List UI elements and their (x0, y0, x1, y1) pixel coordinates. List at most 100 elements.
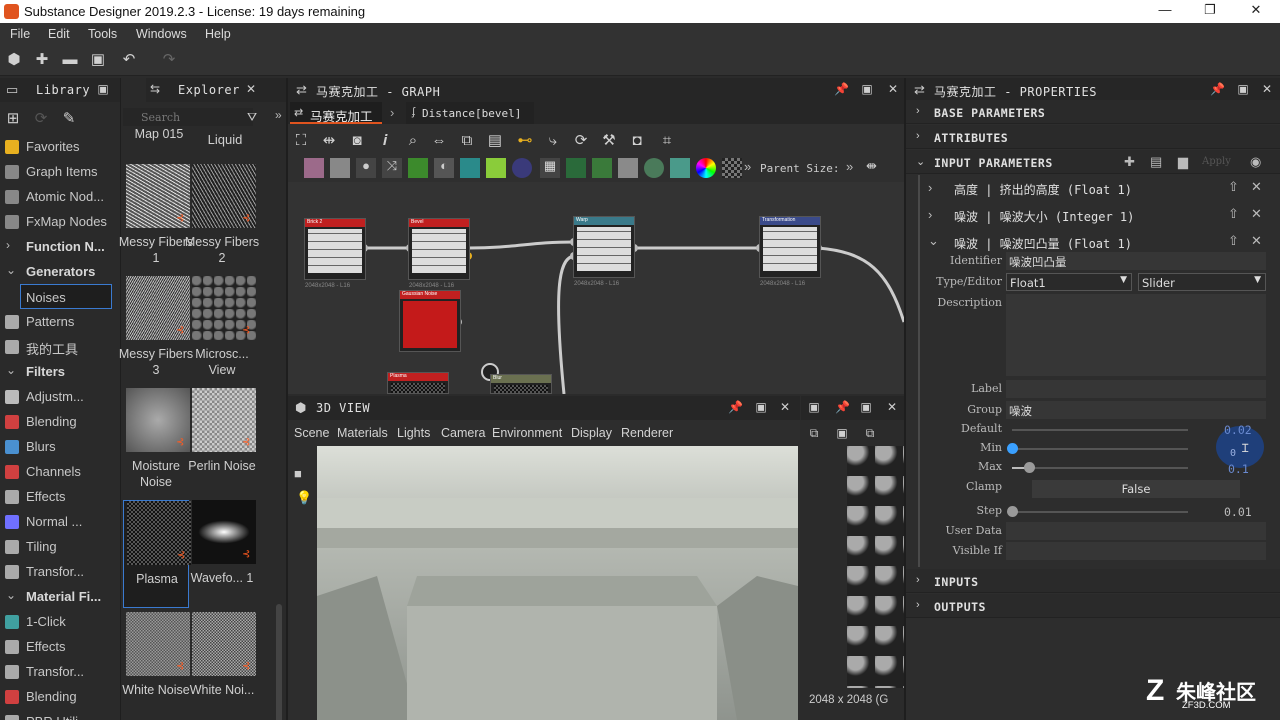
levels-icon[interactable]: ◐ (434, 158, 454, 178)
histogram-icon[interactable] (670, 158, 690, 178)
refresh-icon[interactable]: ⟳ (572, 132, 590, 150)
thumbnail-item[interactable]: ⊰ Plasma (123, 500, 191, 608)
library-item[interactable]: ⌄ Generators (0, 259, 118, 284)
pin-icon[interactable]: 📌 (835, 400, 850, 414)
node-warp[interactable]: Warp 2048x2048 - L16 (573, 216, 635, 287)
maximize-button[interactable]: ❐ (1200, 2, 1220, 20)
link-icon[interactable]: ⊷ (516, 132, 534, 150)
library-item[interactable]: Tiling (0, 534, 118, 559)
thumb-liquid[interactable]: Liquid (192, 122, 258, 162)
library-item[interactable]: Normal ... (0, 509, 118, 534)
close-explorer-icon[interactable]: ✕ (244, 82, 258, 96)
close-panel-icon[interactable]: ✕ (886, 82, 900, 96)
move-up-icon[interactable]: ⇧ (1228, 233, 1239, 249)
node-gaussian-noise[interactable]: Gaussian Noise (399, 290, 461, 352)
open-folder-icon[interactable]: ▬ (61, 51, 79, 69)
node-transformation[interactable]: Transformation 2048x2048 - L16 (759, 216, 821, 287)
camera-icon[interactable]: ■ (294, 466, 302, 481)
color-wheel-icon[interactable] (696, 158, 716, 178)
label-field[interactable] (1006, 380, 1266, 398)
section-base-parameters[interactable]: › BASE PARAMETERS (906, 100, 1280, 124)
node-plasma[interactable]: Plasma (387, 372, 449, 394)
section-outputs[interactable]: › OUTPUTS (906, 594, 1280, 618)
refresh-icon[interactable]: ⟳ (32, 110, 50, 128)
export-icon[interactable]: ⧉ (807, 426, 821, 440)
stack-icon[interactable]: ▤ (486, 132, 504, 150)
shuffle-icon[interactable]: ⤨ (382, 158, 402, 178)
param-height[interactable]: › 高度 | 挤出的高度 (Float 1) ⇧ ✕ (906, 174, 1280, 200)
menu-edit[interactable]: Edit (48, 27, 70, 41)
eye-icon[interactable]: ◉ (1250, 154, 1261, 170)
group-field[interactable]: 噪波 (1006, 401, 1266, 419)
section-attributes[interactable]: › ATTRIBUTES (906, 125, 1280, 149)
float-panel-icon[interactable]: ▣ (1236, 82, 1250, 96)
save-icon[interactable]: ▣ (89, 51, 107, 69)
frame-icon[interactable]: ⛶ (292, 132, 310, 150)
library-item[interactable]: Favorites (0, 134, 118, 159)
menu-display[interactable]: Display (571, 426, 612, 440)
link-nodes-icon[interactable]: ⇼ (866, 158, 877, 174)
search-icon[interactable]: ⌕ (404, 132, 422, 150)
library-item[interactable]: Adjustm... (0, 384, 118, 409)
library-item[interactable]: Atomic Nod... (0, 184, 118, 209)
thumbs-scrollbar[interactable] (276, 604, 282, 720)
fit-icon[interactable]: ⇹ (320, 132, 338, 150)
library-item[interactable]: PBR Utili... (0, 709, 118, 720)
param-noise-bump[interactable]: ⌄ 噪波 | 噪波凹凸量 (Float 1) ⇧ ✕ (906, 228, 1280, 254)
identifier-field[interactable]: 噪波凹凸量 (1006, 252, 1266, 270)
thumbnail-item[interactable]: ⊰ White Noi... (189, 612, 256, 717)
svg-node-icon[interactable] (330, 158, 350, 178)
type-select[interactable]: Float1 ▼ (1006, 273, 1132, 291)
menu-renderer[interactable]: Renderer (621, 426, 673, 440)
delete-icon[interactable]: ✕ (1251, 179, 1262, 195)
float-panel-icon[interactable]: ▣ (860, 82, 874, 96)
2d-texture-preview[interactable] (847, 446, 904, 688)
section-inputs[interactable]: › INPUTS (906, 569, 1280, 593)
blur-icon[interactable] (512, 158, 532, 178)
library-item[interactable]: Effects (0, 634, 118, 659)
apply-button[interactable]: Apply (1202, 156, 1231, 167)
close-panel-icon[interactable]: ✕ (1260, 82, 1274, 96)
default-value[interactable]: 0.02 (1224, 423, 1252, 437)
library-item[interactable]: Blurs (0, 434, 118, 459)
more-icon[interactable]: » (846, 159, 853, 174)
menu-windows[interactable]: Windows (136, 27, 187, 41)
copy-icon[interactable]: ⧉ (863, 426, 877, 440)
float-panel-icon[interactable]: ▣ (754, 400, 768, 414)
node-brick2[interactable]: Brick 2 2048x2048 - L16 (304, 218, 366, 289)
thumbnail-item[interactable]: ⊰ Microsc... View (189, 276, 256, 381)
clamp-toggle[interactable]: False (1032, 480, 1240, 498)
step-slider[interactable] (1012, 511, 1188, 513)
library-item[interactable]: Blending (0, 684, 118, 709)
edit-icon[interactable]: ✎ (60, 110, 78, 128)
library-item[interactable]: Channels (0, 459, 118, 484)
crop-icon[interactable]: ⌗ (658, 132, 676, 150)
visibleif-field[interactable] (1006, 542, 1266, 560)
library-item[interactable]: 1-Click (0, 609, 118, 634)
new-package-icon[interactable]: ⬢ (5, 51, 23, 69)
hsl-icon[interactable] (460, 158, 480, 178)
move-up-icon[interactable]: ⇧ (1228, 179, 1239, 195)
graph-canvas[interactable]: Brick 2 2048x2048 - L16 Bevel 2048x2048 … (288, 182, 904, 394)
save-icon[interactable]: ▣ (835, 426, 849, 440)
grid-icon[interactable]: ▦ (540, 158, 560, 178)
branch-icon[interactable]: ⤷ (544, 132, 562, 150)
close-panel-icon[interactable]: ✕ (778, 400, 792, 414)
warp-icon[interactable] (566, 158, 586, 178)
menu-environment[interactable]: Environment (492, 426, 562, 440)
close-window-button[interactable]: ✕ (1246, 2, 1266, 20)
minimize-button[interactable]: — (1155, 2, 1175, 20)
doc-icon[interactable]: ▆ (1178, 154, 1188, 170)
thumbnail-item[interactable]: ⊰ White Noise (122, 612, 190, 717)
menu-file[interactable]: File (10, 27, 30, 41)
add-icon[interactable]: ✚ (1124, 154, 1135, 170)
min-slider[interactable] (1012, 448, 1188, 450)
max-slider-knob[interactable] (1024, 462, 1035, 473)
default-slider[interactable] (1012, 429, 1188, 431)
thumb-map015[interactable]: Map 015 (126, 122, 192, 162)
max-value[interactable]: 0.1 (1228, 462, 1249, 476)
transform-icon[interactable] (592, 158, 612, 178)
description-field[interactable] (1006, 294, 1266, 376)
menu-scene[interactable]: Scene (294, 426, 329, 440)
graph-tab[interactable]: ⇄ 马赛克加工 (290, 102, 382, 124)
